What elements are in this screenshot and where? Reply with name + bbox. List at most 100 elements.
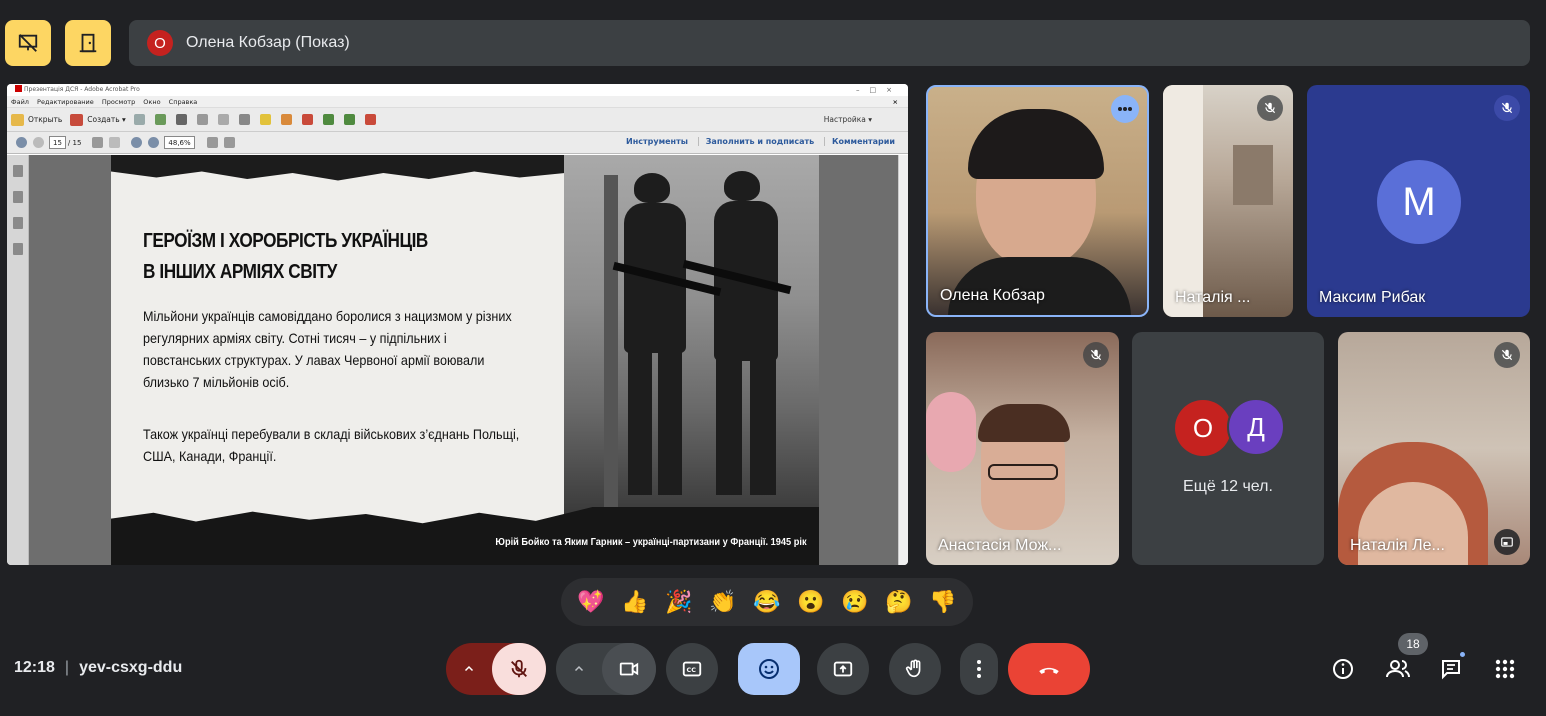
people-icon [1386, 660, 1410, 678]
reactions-button[interactable] [738, 643, 800, 695]
videocam-icon [619, 662, 639, 676]
reaction-sparkling-heart[interactable]: 💖 [573, 584, 609, 620]
participant-tile[interactable]: Наталія ... [1163, 85, 1293, 317]
create-tool: Создать ▾ [70, 113, 126, 126]
picture-in-picture-icon [1501, 537, 1513, 547]
meeting-info: 12:18 | yev-csxg-ddu [14, 659, 182, 677]
presentation-off-icon [18, 34, 38, 52]
mic-off-badge [1083, 342, 1109, 368]
more-horiz-icon [1118, 107, 1132, 111]
participant-name: Максим Рибак [1319, 289, 1426, 306]
reactions-bar: 💖 👍 🎉 👏 😂 😮 😢 🤔 👎 [561, 578, 973, 626]
reaction-clapping[interactable]: 👏 [705, 584, 741, 620]
captions-button[interactable]: CC [666, 643, 718, 695]
activities-button[interactable] [1488, 652, 1522, 686]
more-vert-icon [977, 660, 981, 678]
next-page-icon [33, 137, 44, 148]
mic-off-badge [1494, 95, 1520, 121]
page-number-field: 15 [49, 136, 66, 149]
pages-icon [12, 165, 23, 177]
comment-icon [259, 114, 271, 125]
signatures-icon [12, 243, 23, 255]
acrobat-panel-links: Инструменты Заполнить и подписать Коммен… [619, 137, 902, 146]
more-options-button[interactable] [960, 643, 998, 695]
fit-page-icon [223, 137, 235, 148]
meeting-details-button[interactable] [1326, 652, 1360, 686]
present-screen-button[interactable] [817, 643, 869, 695]
presenter-banner: О Олена Кобзар (Показ) [129, 20, 1530, 66]
tools-link: Инструменты [626, 137, 688, 146]
mic-off-icon [1090, 349, 1102, 361]
hand-icon [905, 659, 921, 678]
reaction-tears-of-joy[interactable]: 😂 [749, 584, 785, 620]
attachments-icon [12, 217, 23, 229]
chevron-up-icon [574, 665, 584, 672]
scrollbar [898, 155, 908, 565]
leave-call-button[interactable] [1008, 643, 1090, 695]
pin-tile-button[interactable] [1494, 529, 1520, 555]
slide-paragraph: Також українці перебували в складі війсь… [143, 426, 520, 464]
open-tool: Открыть [11, 113, 62, 126]
shared-screen: Презентація ДСЯ - Adobe Acrobat Pro –□× … [7, 84, 908, 565]
window-titlebar: Презентація ДСЯ - Adobe Acrobat Pro –□× [7, 84, 908, 96]
call-end-icon [1039, 667, 1059, 674]
more-options-button[interactable] [1111, 95, 1139, 123]
no-layout-button[interactable] [5, 20, 51, 66]
slide-heading: ГЕРОЇЗМ І ХОРОБРІСТЬ УКРАЇНЦІВ В ІНШИХ А… [143, 226, 470, 288]
stamp-icon [301, 114, 313, 125]
close-icon: × [892, 98, 898, 106]
emoji-icon [759, 659, 779, 679]
reaction-thinking[interactable]: 🤔 [881, 584, 917, 620]
participant-tile[interactable]: М Максим Рибак [1307, 85, 1530, 317]
avatar: О [1175, 400, 1231, 456]
camera-toggle-button[interactable] [602, 643, 656, 695]
raise-hand-button[interactable] [889, 643, 941, 695]
mic-off-icon [511, 659, 527, 678]
historical-photo [564, 155, 819, 515]
others-count-label: Ещё 12 чел. [1183, 478, 1273, 495]
presenter-label: Олена Кобзар (Показ) [186, 34, 350, 51]
avatar: М [1377, 160, 1461, 244]
participant-name: Наталія Ле... [1350, 537, 1445, 554]
reaction-party-popper[interactable]: 🎉 [661, 584, 697, 620]
people-button[interactable] [1381, 652, 1415, 686]
slide-paragraph: Мільйони українців самовіддано боролися … [143, 308, 512, 390]
info-icon [1333, 659, 1353, 679]
audio-options-button[interactable] [446, 643, 492, 695]
participant-tile[interactable]: Олена Кобзар [926, 85, 1149, 317]
reaction-surprised[interactable]: 😮 [793, 584, 829, 620]
reaction-crying[interactable]: 😢 [837, 584, 873, 620]
participant-name: Олена Кобзар [940, 287, 1045, 304]
menu-item: Просмотр [101, 98, 136, 106]
edit-icon [196, 114, 208, 125]
upload-icon [154, 114, 166, 125]
mic-toggle-button[interactable] [492, 643, 546, 695]
divider: | [64, 659, 70, 676]
prev-page-icon [16, 137, 27, 148]
select-tool-icon [92, 137, 104, 148]
hand-tool-icon [109, 137, 121, 148]
fill-sign-link: Заполнить и подписать [697, 137, 822, 146]
heading-line: ГЕРОЇЗМ І ХОРОБРІСТЬ УКРАЇНЦІВ [143, 230, 428, 252]
unread-indicator [1458, 650, 1467, 659]
menu-item: Редактирование [37, 98, 94, 106]
door-icon [79, 33, 97, 53]
comments-link: Комментарии [823, 137, 902, 146]
menu-item: Окно [143, 98, 161, 106]
reaction-thumbs-down[interactable]: 👎 [925, 584, 961, 620]
combine-icon [343, 114, 355, 125]
reaction-thumbs-up[interactable]: 👍 [617, 584, 653, 620]
video-options-button[interactable] [556, 643, 602, 695]
exit-presentation-button[interactable] [65, 20, 111, 66]
participant-video [1163, 85, 1203, 317]
zoom-in-icon [148, 137, 160, 148]
slide-page: ГЕРОЇЗМ І ХОРОБРІСТЬ УКРАЇНЦІВ В ІНШИХ А… [111, 155, 819, 565]
participant-tile[interactable]: Наталія Ле... [1338, 332, 1530, 565]
mic-off-icon [1501, 349, 1513, 361]
save-icon [133, 114, 145, 125]
acrobat-navbar: 15 / 15 48,6% Инструменты Заполнить и по… [7, 132, 908, 154]
heading-line: В ІНШИХ АРМІЯХ СВІТУ [143, 261, 337, 283]
others-tile[interactable]: О Д Ещё 12 чел. [1132, 332, 1324, 565]
participant-tile[interactable]: Анастасія Мож... [926, 332, 1119, 565]
sign-icon [364, 114, 376, 125]
